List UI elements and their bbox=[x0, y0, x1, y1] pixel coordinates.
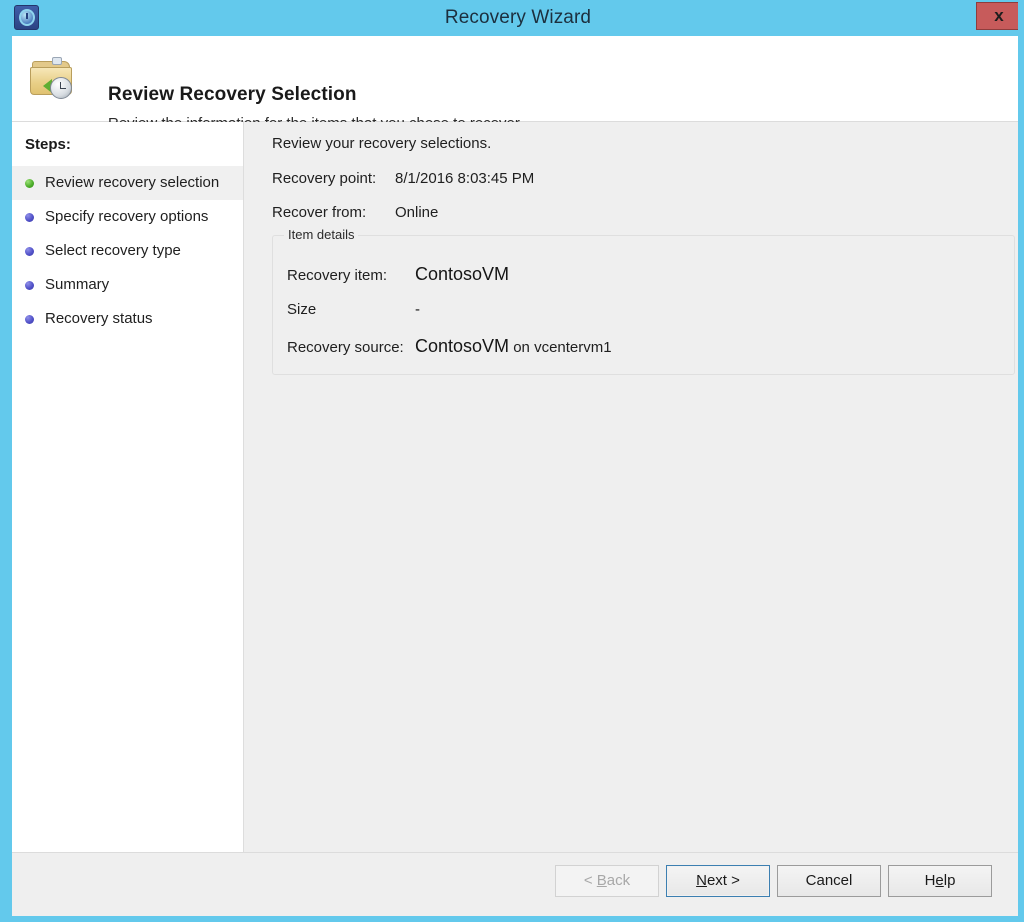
title-bar: Recovery Wizard x bbox=[6, 0, 1024, 36]
size-row: Size- bbox=[287, 301, 420, 318]
close-icon[interactable]: x bbox=[976, 2, 1022, 30]
recovery-point-value: 8/1/2016 8:03:45 PM bbox=[395, 170, 534, 187]
step-bullet-icon bbox=[25, 247, 34, 256]
steps-heading: Steps: bbox=[25, 136, 71, 153]
sidebar-item-label: Review recovery selection bbox=[45, 166, 219, 200]
recovery-source-row: Recovery source:ContosoVM on vcentervm1 bbox=[287, 336, 612, 357]
intro-text: Review your recovery selections. bbox=[272, 135, 491, 152]
wizard-body: Steps: Review recovery selection Specify… bbox=[12, 122, 1024, 916]
sidebar-item-summary[interactable]: Summary bbox=[12, 268, 243, 302]
step-bullet-icon bbox=[25, 281, 34, 290]
wizard-header: Review Recovery Selection Review the inf… bbox=[12, 36, 1024, 122]
back-button[interactable]: < Back bbox=[555, 865, 659, 897]
recovery-item-row: Recovery item:ContosoVM bbox=[287, 264, 509, 285]
sidebar-item-label: Summary bbox=[45, 268, 109, 302]
recovery-point-label: Recovery point: bbox=[272, 170, 395, 187]
size-label: Size bbox=[287, 301, 415, 318]
cancel-button[interactable]: Cancel bbox=[777, 865, 881, 897]
sidebar-item-label: Specify recovery options bbox=[45, 200, 208, 234]
steps-sidebar: Steps: Review recovery selection Specify… bbox=[12, 122, 244, 852]
item-details-label: Item details bbox=[284, 227, 358, 242]
wizard-footer: < Back Next > Cancel Help bbox=[12, 852, 1024, 916]
step-bullet-icon bbox=[25, 179, 34, 188]
sidebar-item-label: Select recovery type bbox=[45, 234, 181, 268]
content-panel: Review your recovery selections. Recover… bbox=[245, 122, 1024, 852]
recovery-source-label: Recovery source: bbox=[287, 339, 415, 356]
sidebar-item-select-recovery-type[interactable]: Select recovery type bbox=[12, 234, 243, 268]
item-details-groupbox: Item details Recovery item:ContosoVM Siz… bbox=[272, 235, 1015, 375]
recovery-item-label: Recovery item: bbox=[287, 267, 415, 284]
recovery-item-value: ContosoVM bbox=[415, 264, 509, 284]
recovery-source-suffix: on vcentervm1 bbox=[509, 339, 612, 356]
recovery-source-value: ContosoVM bbox=[415, 336, 509, 356]
sidebar-item-label: Recovery status bbox=[45, 302, 153, 336]
page-title: Review Recovery Selection bbox=[108, 84, 357, 106]
recovery-wizard-window: Recovery Wizard x Review Recovery Select… bbox=[0, 0, 1024, 922]
size-value: - bbox=[415, 301, 420, 318]
next-button[interactable]: Next > bbox=[666, 865, 770, 897]
sidebar-item-recovery-status[interactable]: Recovery status bbox=[12, 302, 243, 336]
recover-from-row: Recover from:Online bbox=[272, 204, 438, 221]
sidebar-item-review-recovery-selection[interactable]: Review recovery selection bbox=[12, 166, 243, 200]
step-bullet-icon bbox=[25, 213, 34, 222]
window-title: Recovery Wizard bbox=[6, 0, 1024, 36]
recover-from-label: Recover from: bbox=[272, 204, 395, 221]
help-button[interactable]: Help bbox=[888, 865, 992, 897]
step-bullet-icon bbox=[25, 315, 34, 324]
steps-list: Review recovery selection Specify recove… bbox=[12, 166, 243, 336]
recover-from-value: Online bbox=[395, 204, 438, 221]
sidebar-item-specify-recovery-options[interactable]: Specify recovery options bbox=[12, 200, 243, 234]
clock-icon bbox=[50, 77, 72, 99]
folder-recovery-icon bbox=[26, 51, 80, 105]
recovery-point-row: Recovery point:8/1/2016 8:03:45 PM bbox=[272, 170, 534, 187]
folder-tab-shape bbox=[52, 57, 62, 65]
